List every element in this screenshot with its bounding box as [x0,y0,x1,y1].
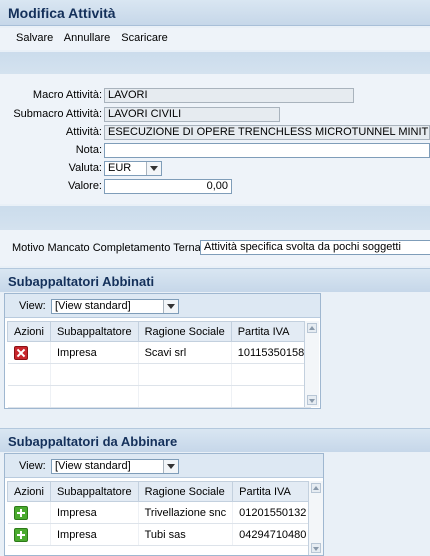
da-abbinare-view-bar: View: [View standard] [5,454,323,478]
valuta-value: EUR [108,162,132,174]
subappaltatore-cell: Impresa [50,501,139,524]
da-abbinare-view-value: [View standard] [55,460,131,472]
submacro-field: LAVORI CIVILI [104,107,280,122]
download-button[interactable]: Scaricare [121,32,167,44]
macro-row: Macro Attività: LAVORI [0,88,430,104]
abbinati-view-value: [View standard] [55,300,131,312]
table-header-row: Azioni Subappaltatore Ragione Sociale Pa… [7,321,312,342]
column-header-azioni[interactable]: Azioni [7,481,51,502]
motivo-value: Attività specifica svolta da pochi sogge… [204,241,401,253]
column-header-ragione[interactable]: Ragione Sociale [137,481,234,502]
da-abbinare-view-label: View: [19,460,46,472]
column-header-subappaltatore[interactable]: Subappaltatore [49,481,139,502]
column-header-subappaltatore[interactable]: Subappaltatore [49,321,139,342]
valore-input[interactable]: 0,00 [104,179,232,194]
submacro-label: Submacro Attività: [13,108,102,120]
ragione-cell: Tubi sas [138,523,234,546]
valore-label: Valore: [67,180,102,192]
macro-field: LAVORI [104,88,354,103]
attivita-label: Attività: [65,126,102,138]
nota-label: Nota: [75,144,102,156]
attivita-row: Attività: ESECUZIONE DI OPERE TRENCHLESS… [0,125,430,141]
abbinati-view-select[interactable]: [View standard] [51,299,179,314]
scroll-up-icon[interactable] [311,483,321,493]
valuta-row: Valuta: EUR [0,161,430,177]
scroll-up-icon[interactable] [307,323,317,333]
piva-cell: 10115350158 [231,341,312,364]
header-band [0,52,430,74]
abbinati-view-label: View: [19,300,46,312]
subappaltatore-cell: Impresa [50,523,139,546]
chevron-down-icon[interactable] [163,460,178,473]
valuta-label: Valuta: [68,162,102,174]
activity-form: Macro Attività: LAVORI Submacro Attività… [0,74,430,204]
delete-icon[interactable] [13,345,28,360]
table-row-empty [7,385,312,408]
motivo-area: Motivo Mancato Completamento Terna: Atti… [0,230,430,266]
motivo-label: Motivo Mancato Completamento Terna: [12,242,204,254]
piva-cell: 04294710480 [232,523,314,546]
toolbar: Salvare Annullare Scaricare [0,28,430,50]
ragione-cell: Scavi srl [138,341,232,364]
column-header-ragione[interactable]: Ragione Sociale [137,321,232,342]
table-row-empty [7,363,312,386]
scroll-down-icon[interactable] [311,543,321,553]
attivita-field: ESECUZIONE DI OPERE TRENCHLESS MICROTUNN… [104,125,430,140]
chevron-down-icon[interactable] [163,300,178,313]
abbinati-scrollbar[interactable] [304,321,319,407]
abbinati-panel: View: [View standard] Azioni Subappaltat… [4,293,321,409]
column-header-piva[interactable]: Partita IVA [230,321,312,342]
cancel-button[interactable]: Annullare [64,32,110,44]
separator-band [0,206,430,230]
da-abbinare-view-select[interactable]: [View standard] [51,459,179,474]
table-row: Impresa Tubi sas 04294710480 [7,523,314,546]
valuta-select[interactable]: EUR [104,161,162,176]
column-header-piva[interactable]: Partita IVA [232,481,314,502]
da-abbinare-panel: View: [View standard] Azioni Subappaltat… [4,453,324,556]
da-abbinare-title: Subappaltatori da Abbinare [0,428,430,452]
table-header-row: Azioni Subappaltatore Ragione Sociale Pa… [7,481,314,502]
abbinati-table: Azioni Subappaltatore Ragione Sociale Pa… [7,321,312,408]
add-icon[interactable] [13,505,28,520]
add-icon[interactable] [13,527,28,542]
da-abbinare-scrollbar[interactable] [308,481,323,555]
chevron-down-icon[interactable] [146,162,161,175]
valore-row: Valore: 0,00 [0,179,430,195]
abbinati-title: Subappaltatori Abbinati [0,268,430,292]
piva-cell: 01201550132 [232,501,314,524]
nota-row: Nota: [0,143,430,159]
column-header-azioni[interactable]: Azioni [7,321,51,342]
abbinati-view-bar: View: [View standard] [5,294,320,318]
page-title: Modifica Attività [0,0,430,26]
nota-input[interactable] [104,143,430,158]
ragione-cell: Trivellazione snc [138,501,234,524]
table-row: Impresa Trivellazione snc 01201550132 [7,501,314,524]
save-button[interactable]: Salvare [16,32,53,44]
motivo-select[interactable]: Attività specifica svolta da pochi sogge… [200,240,430,255]
scroll-down-icon[interactable] [307,395,317,405]
table-row: Impresa Scavi srl 10115350158 [7,341,312,364]
macro-label: Macro Attività: [32,89,102,101]
da-abbinare-table: Azioni Subappaltatore Ragione Sociale Pa… [7,481,314,546]
subappaltatore-cell: Impresa [50,341,139,364]
submacro-row: Submacro Attività: LAVORI CIVILI [0,107,430,123]
